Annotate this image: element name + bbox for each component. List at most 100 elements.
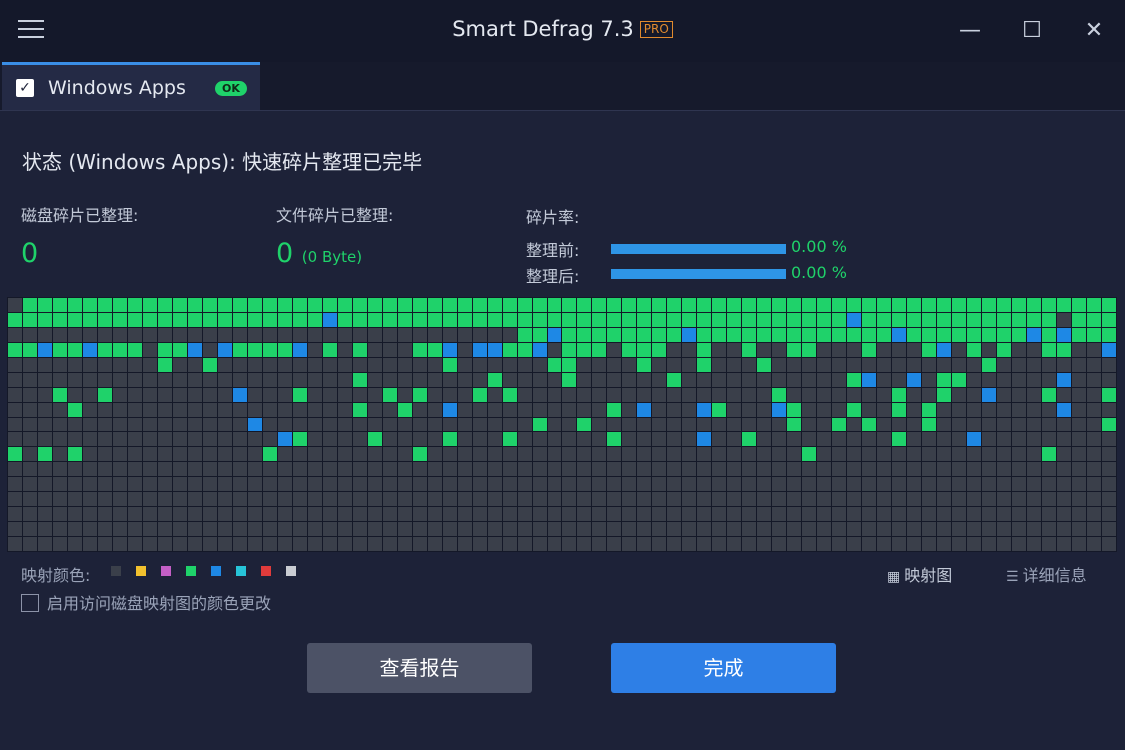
map-cell (937, 492, 952, 507)
map-cell (307, 312, 322, 327)
map-cell (382, 522, 397, 537)
map-cell (562, 327, 577, 342)
map-cell (22, 298, 37, 312)
map-cell (412, 507, 427, 522)
map-cell (1012, 342, 1027, 357)
maximize-button[interactable]: ☐ (1018, 18, 1046, 44)
map-cell (1027, 507, 1042, 522)
map-cell (952, 537, 967, 551)
option-checkbox[interactable] (21, 594, 39, 612)
map-cell (187, 312, 202, 327)
map-cell (142, 462, 157, 477)
map-cell (292, 462, 307, 477)
map-cell (232, 447, 247, 462)
map-cell (277, 327, 292, 342)
option-label: 启用访问磁盘映射图的颜色更改 (47, 594, 272, 613)
map-cell (172, 327, 187, 342)
details-view-button[interactable]: ☰ 详细信息 (1006, 562, 1087, 586)
map-cell (1057, 447, 1072, 462)
map-cell (1012, 462, 1027, 477)
map-cell (472, 387, 487, 402)
map-cell (832, 372, 847, 387)
map-cell (637, 417, 652, 432)
map-cell (322, 417, 337, 432)
map-cell (1102, 477, 1116, 492)
map-cell (172, 477, 187, 492)
map-cell (937, 372, 952, 387)
map-cell (1027, 327, 1042, 342)
map-cell (892, 537, 907, 551)
map-cell (712, 402, 727, 417)
map-cell (412, 372, 427, 387)
map-cell (487, 537, 502, 551)
map-cell (127, 522, 142, 537)
map-cell (142, 357, 157, 372)
minimize-button[interactable]: — (956, 18, 984, 44)
map-cell (997, 447, 1012, 462)
map-cell (967, 387, 982, 402)
map-cell (97, 507, 112, 522)
map-cell (607, 537, 622, 551)
map-cell (472, 522, 487, 537)
map-cell (292, 417, 307, 432)
tab-windows-apps[interactable]: ✓ Windows Apps OK (2, 62, 260, 110)
map-cell (967, 357, 982, 372)
map-cell (832, 462, 847, 477)
map-cell (727, 447, 742, 462)
tab-checkbox[interactable]: ✓ (16, 79, 34, 97)
map-cell (292, 298, 307, 312)
done-button[interactable]: 完成 (611, 643, 836, 693)
map-cell (52, 402, 67, 417)
map-cell (997, 387, 1012, 402)
map-cell (847, 327, 862, 342)
map-cell (52, 522, 67, 537)
map-cell (367, 402, 382, 417)
map-cell (202, 432, 217, 447)
map-cell (292, 447, 307, 462)
map-view-button[interactable]: ▦ 映射图 (887, 562, 952, 586)
map-cell (817, 432, 832, 447)
map-cell (127, 327, 142, 342)
map-cell (67, 342, 82, 357)
legend-swatch (236, 566, 246, 576)
map-cell (592, 522, 607, 537)
map-cell (712, 357, 727, 372)
map-view-label: 映射图 (904, 566, 953, 585)
map-cell (1102, 447, 1116, 462)
map-cell (997, 342, 1012, 357)
color-change-option[interactable]: 启用访问磁盘映射图的颜色更改 (21, 590, 271, 614)
map-cell (682, 492, 697, 507)
view-report-button[interactable]: 查看报告 (307, 643, 532, 693)
map-cell (337, 342, 352, 357)
map-cell (772, 522, 787, 537)
map-cell (937, 417, 952, 432)
map-cell (667, 462, 682, 477)
map-cell (8, 387, 22, 402)
map-cell (142, 342, 157, 357)
map-cell (637, 402, 652, 417)
map-cell (322, 357, 337, 372)
map-cell (67, 507, 82, 522)
map-cell (667, 372, 682, 387)
map-cell (877, 402, 892, 417)
map-cell (352, 357, 367, 372)
close-button[interactable]: ✕ (1080, 18, 1108, 44)
map-cell (517, 477, 532, 492)
map-cell (907, 507, 922, 522)
map-cell (757, 312, 772, 327)
map-cell (82, 447, 97, 462)
map-cell (532, 537, 547, 551)
disk-map (7, 297, 1117, 552)
map-cell (952, 327, 967, 342)
map-cell (412, 432, 427, 447)
map-cell (382, 417, 397, 432)
map-cell (8, 507, 22, 522)
map-cell (442, 402, 457, 417)
map-cell (577, 492, 592, 507)
map-cell (877, 507, 892, 522)
map-cell (592, 507, 607, 522)
map-cell (442, 447, 457, 462)
map-cell (877, 312, 892, 327)
map-cell (547, 387, 562, 402)
map-cell (907, 462, 922, 477)
